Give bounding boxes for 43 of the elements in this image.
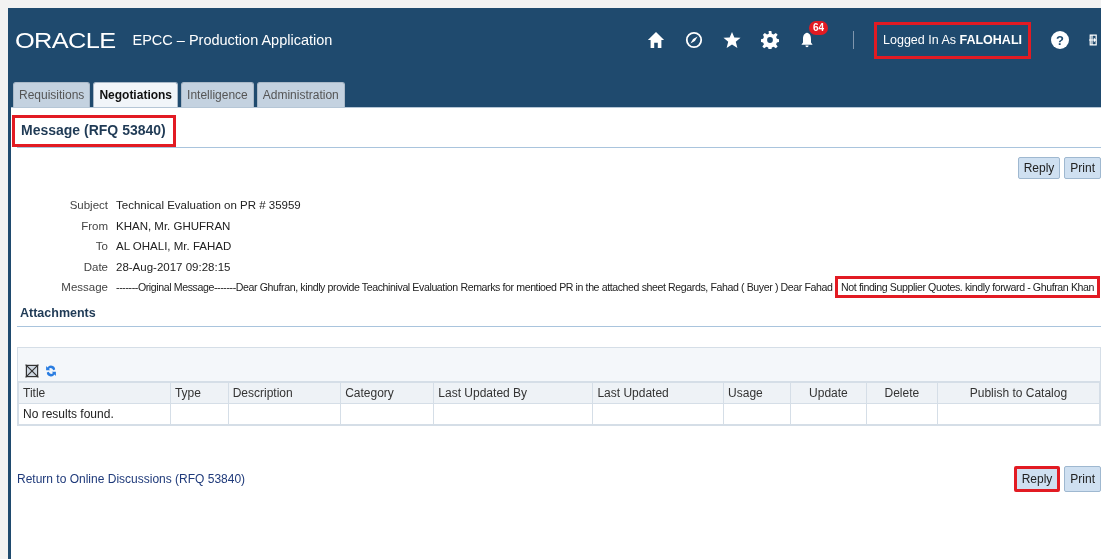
settings-icon[interactable] <box>761 31 780 50</box>
notification-count: 64 <box>809 21 829 36</box>
field-label: Date <box>82 259 109 275</box>
print-button[interactable]: Print <box>1064 466 1101 493</box>
empty-message: No results found. <box>23 407 114 422</box>
nav-tab[interactable]: Requisitions <box>13 82 91 107</box>
field-value: Technical Evaluation on PR # 35959 <box>116 198 301 213</box>
nav-tab[interactable]: Administration <box>256 82 345 107</box>
reply-button[interactable]: Reply <box>1013 466 1061 493</box>
column-header: Last Updated <box>592 382 724 404</box>
column-header: Update <box>790 382 867 404</box>
column-header: Publish to Catalog <box>937 382 1100 404</box>
detach-icon[interactable] <box>24 363 40 380</box>
star-icon[interactable] <box>723 31 742 50</box>
nav-tab[interactable]: Negotiations <box>93 82 179 107</box>
print-button[interactable]: Print <box>1064 157 1101 179</box>
column-header: Delete <box>866 382 938 404</box>
field-label: From <box>80 218 109 234</box>
help-icon[interactable]: ? <box>1051 31 1069 50</box>
field-label: Subject <box>68 198 109 213</box>
field-value: AL OHALI, Mr. FAHAD <box>116 239 232 254</box>
reply-button[interactable]: Reply <box>1017 157 1061 179</box>
oracle-logo: ORACLE <box>15 26 116 55</box>
logged-in-user: Logged In As FALOHALI <box>874 22 1031 59</box>
home-icon[interactable] <box>647 30 666 51</box>
field-label: Message <box>60 280 109 295</box>
compass-icon[interactable] <box>685 31 704 50</box>
column-header: Usage <box>723 382 791 404</box>
page-title: Message (RFQ 53840) <box>21 122 166 138</box>
section-title: Attachments <box>19 304 97 322</box>
column-header: Description <box>228 382 341 404</box>
return-link[interactable]: Return to Online Discussions (RFQ 53840) <box>17 470 246 489</box>
column-header: Type <box>170 382 229 404</box>
column-header: Last Updated By <box>433 382 593 404</box>
message-text: Not finding Supplier Quotes. kindly forward - Ghufran Khan <box>835 276 1101 298</box>
field-label: To <box>94 239 109 254</box>
message-text: -------Original Message-------Dear Ghufran, kindly provide Teachinival Evaluation Remarks for mentioed PR in the attached sheet Regards, Fahad ( Buyer ) Dear Fahad <box>116 281 833 293</box>
field-value: KHAN, Mr. GHUFRAN <box>116 218 231 234</box>
field-value: 28-Aug-2017 09:28:15 <box>116 259 231 275</box>
column-header: Category <box>340 382 434 404</box>
nav-tab[interactable]: Intelligence <box>181 82 254 107</box>
app-title: EPCC – Production Application <box>132 30 333 50</box>
column-header: Title <box>18 382 171 404</box>
